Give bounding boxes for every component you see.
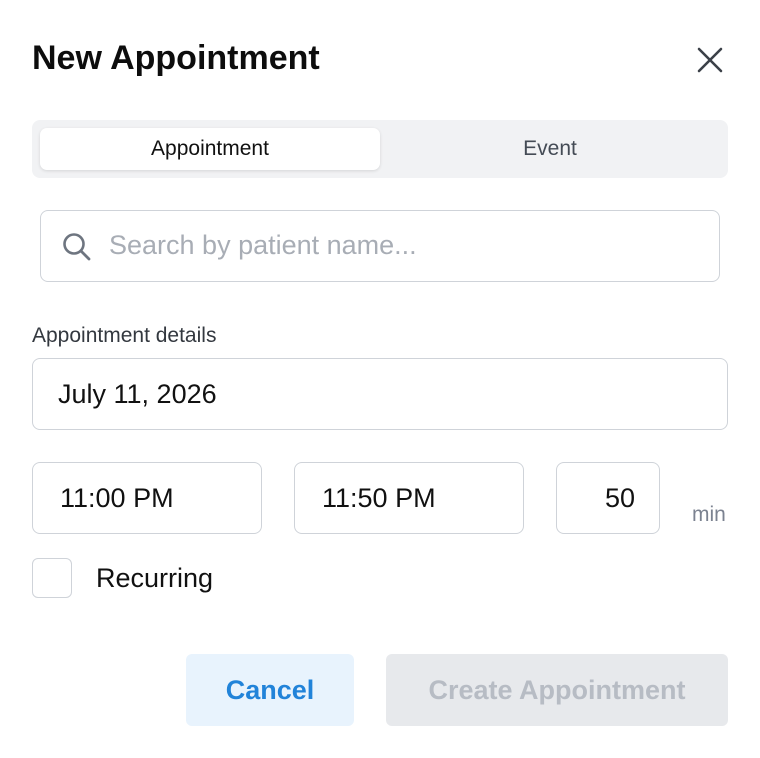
patient-search-input[interactable]: [109, 211, 699, 280]
tab-event[interactable]: Event: [380, 128, 720, 170]
duration-field[interactable]: 50: [556, 462, 660, 534]
search-icon: [63, 233, 91, 261]
duration-unit-label: min: [692, 503, 726, 526]
duration-value: 50: [604, 482, 635, 513]
date-value: July 11, 2026: [58, 378, 217, 409]
close-button[interactable]: [690, 40, 730, 80]
start-time-value: 11:00 PM: [60, 482, 174, 513]
type-segmented-control: Appointment Event: [32, 120, 728, 178]
end-time-value: 11:50 PM: [322, 482, 436, 513]
create-appointment-button[interactable]: Create Appointment: [386, 654, 728, 726]
date-field[interactable]: July 11, 2026: [32, 358, 728, 430]
patient-search-box: [40, 210, 720, 282]
start-time-field[interactable]: 11:00 PM: [32, 462, 262, 534]
dialog-title: New Appointment: [32, 39, 320, 77]
recurring-checkbox[interactable]: [32, 558, 72, 598]
cancel-button[interactable]: Cancel: [186, 654, 354, 726]
end-time-field[interactable]: 11:50 PM: [294, 462, 524, 534]
new-appointment-dialog: New Appointment Appointment Event Appoin…: [0, 0, 760, 758]
appointment-details-label: Appointment details: [32, 324, 217, 347]
close-icon: [697, 47, 723, 73]
recurring-label[interactable]: Recurring: [96, 563, 213, 594]
tab-appointment[interactable]: Appointment: [40, 128, 380, 170]
